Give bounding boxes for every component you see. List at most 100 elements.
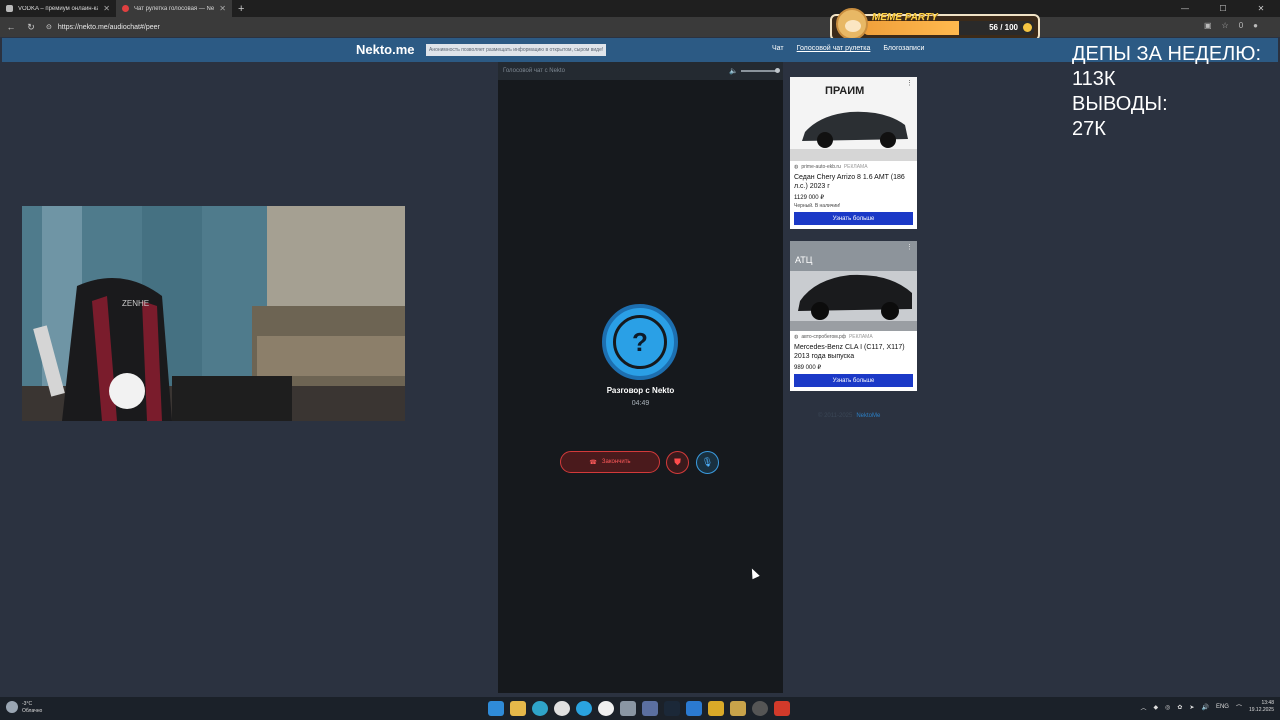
speaker-icon: 🔈 [729,68,738,75]
nav-voice-chat[interactable]: Голосовой чат рулетка [797,45,871,52]
stats-line: 27К [1072,118,1106,140]
ad-source-domain[interactable]: prime-auto-ekb.ru [801,164,840,170]
browser-tabbar: VODKA – премиум онлайн-кази… ✕ Чат рулет… [0,0,1280,17]
weather-widget[interactable]: -3°C Облачно [6,701,42,715]
globe-icon: ◍ [794,164,799,170]
voice-chat-panel: Голосовой чат с Nekto 🔈 ? Разговор с Nek… [498,62,783,693]
steam-icon[interactable] [664,701,680,716]
report-button[interactable]: ⛊ [666,451,689,474]
bookmark-star-icon[interactable]: ☆ [1222,21,1229,30]
language-indicator[interactable]: ENG [1216,704,1229,710]
globe-icon: ◍ [794,334,799,340]
extension-badge[interactable]: 0 [1239,21,1243,30]
chair-logo-text: ZENHE [122,299,149,308]
site-logo[interactable]: Nekto.me [356,42,415,57]
stats-line: ВЫВОДЫ: [1072,93,1168,115]
ad-cta-button[interactable]: Узнать больше [794,212,913,225]
close-tab-icon[interactable]: ✕ [219,4,226,13]
ad-price: 1129 000 ₽ [794,195,825,201]
tray-app-icon[interactable]: ◆ [1154,704,1159,711]
weather-desc: Облачно [22,708,43,714]
peer-name: Разговор с Nekto [606,386,675,395]
minimize-icon[interactable]: — [1166,4,1204,13]
taskbar-apps [488,701,790,716]
site-nav: Чат Голосовой чат рулетка Блогозаписи [772,45,924,52]
ad-image: АТЦ ⋮ [790,241,917,331]
ad-title[interactable]: Mercedes-Benz CLA I (C117, X117) 2013 го… [790,340,917,361]
end-call-label: Закончить [601,459,631,465]
clock[interactable]: 13:48 19.12.2025 [1249,700,1274,714]
new-tab-icon[interactable]: + [238,3,244,15]
chat-header-title: Голосовой чат с Nekto [503,68,565,74]
address-actions: ▣ ☆ 0 ● [1204,21,1258,30]
webcam-feed: ZENHE [22,206,405,421]
app-icon[interactable] [642,701,658,716]
url-field[interactable]: ⊙ https://nekto.me/audiochat#/peer [46,23,160,32]
tab-title: Чат рулетка голосовая — Ne… [134,5,215,12]
app-red-icon[interactable] [774,701,790,716]
call-timer: 04:49 [631,400,650,407]
ad-title[interactable]: Седан Chery Arrizo 8 1.6 AMT (186 л.с.) … [790,170,917,191]
ad-note: Черный. В наличии! [794,203,841,209]
tray-chevron-icon[interactable]: ︿ [1141,703,1147,712]
coin-icon [1023,23,1032,32]
settings-icon[interactable] [620,701,636,716]
app-yellow-icon[interactable] [708,701,724,716]
ad-cta-button[interactable]: Узнать больше [794,374,913,387]
ad-card[interactable]: АТЦ ⋮ ◍ авто-спробегом.рф РЕКЛАМА Merced… [790,241,917,391]
edge-icon[interactable] [532,701,548,716]
mic-button[interactable]: 🎙 [696,451,719,474]
back-icon[interactable]: ← [6,22,16,32]
cloud-icon [6,701,18,713]
profile-icon[interactable]: ● [1253,21,1258,30]
extension-icon[interactable]: ▣ [1204,21,1212,30]
os-taskbar: -3°C Облачно ︿ ◆ ◎ ✿ ➤ 🔊 ENG ⌒ 13:48 19.… [0,697,1280,720]
ad-brand: АТЦ [795,255,813,265]
tray-telegram-icon[interactable]: ➤ [1189,704,1194,711]
maximize-icon[interactable]: ☐ [1204,4,1242,13]
close-tab-icon[interactable]: ✕ [103,4,110,13]
volume-control[interactable]: 🔈 [729,67,780,75]
footer-link[interactable]: NektoMe [856,413,880,419]
tab-favicon-icon [122,5,129,12]
doge-icon [836,8,868,40]
stream-stats-overlay: ДЕПЫ ЗА НЕДЕЛЮ: 113К ВЫВОДЫ: 27К [1072,42,1261,142]
volume-slider[interactable] [741,68,780,73]
volume-icon[interactable]: 🔊 [1201,704,1208,711]
webcam-image: ZENHE [22,206,405,421]
ad-card[interactable]: ПРАИМ ⋮ ◍ prime-auto-ekb.ru РЕКЛАМА Седа… [790,77,917,229]
question-mark-icon: ? [613,315,667,369]
obs-icon[interactable] [752,701,768,716]
yandex-icon[interactable] [554,701,570,716]
start-icon[interactable] [488,701,504,716]
ad-menu-icon[interactable]: ⋮ [906,79,913,87]
tray-app-icon[interactable]: ✿ [1177,704,1182,711]
ad-brand: ПРАИМ [825,85,864,97]
meme-party-count: 56 / 100 [989,23,1018,32]
wifi-icon[interactable]: ⌒ [1236,703,1242,712]
volume-knob[interactable] [775,68,780,73]
telegram-icon[interactable] [576,701,592,716]
app-blue-icon[interactable] [686,701,702,716]
nav-blog[interactable]: Блогозаписи [883,45,924,52]
reload-icon[interactable]: ↻ [26,22,36,33]
ad-source-domain[interactable]: авто-спробегом.рф [801,334,846,340]
browser-tab[interactable]: VODKA – премиум онлайн-кази… ✕ [0,0,116,17]
nav-chat[interactable]: Чат [772,45,784,52]
end-call-button[interactable]: ☎ Закончить [560,451,660,473]
app-g-icon[interactable] [598,701,614,716]
file-explorer-icon[interactable] [510,701,526,716]
address-bar: ← ↻ ⊙ https://nekto.me/audiochat#/peer ▣… [0,17,1280,37]
meme-party-title: MEME PARTY [872,12,938,23]
footer-copyright: © 2011-2025 NektoMe [818,413,880,419]
site-info-icon[interactable]: ⊙ [46,23,52,31]
car-image: АТЦ [790,241,917,331]
browser-tab-active[interactable]: Чат рулетка голосовая — Ne… ✕ [116,0,232,17]
ad-source: ◍ авто-спробегом.рф РЕКЛАМА [790,331,917,340]
clock-time: 13:48 [1261,700,1274,706]
ad-tag: РЕКЛАМА [848,334,873,340]
tray-app-icon[interactable]: ◎ [1165,704,1170,711]
app-gold-icon[interactable] [730,701,746,716]
ad-menu-icon[interactable]: ⋮ [906,243,913,251]
close-window-icon[interactable]: ✕ [1242,4,1280,13]
